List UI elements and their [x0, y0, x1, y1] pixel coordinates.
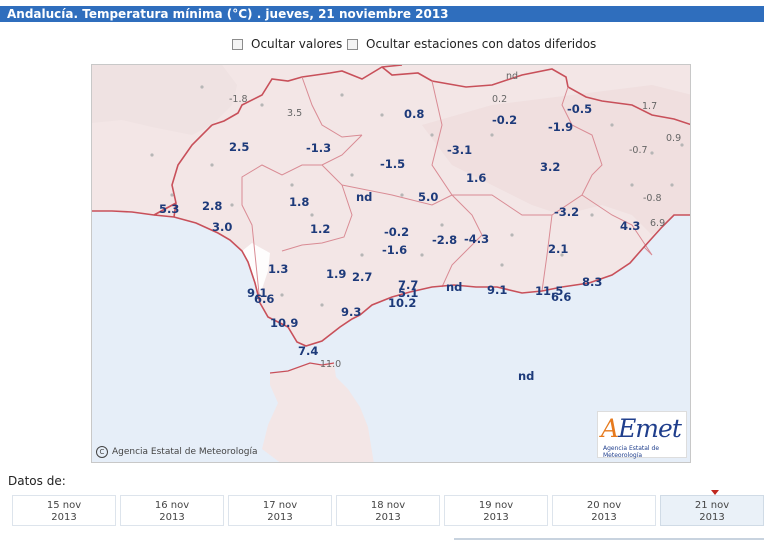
station-value[interactable]: 1.6: [466, 171, 486, 185]
station-value[interactable]: -0.8: [643, 193, 662, 204]
hide-deferred-option[interactable]: Ocultar estaciones con datos diferidos: [347, 37, 596, 51]
day-button[interactable]: 15 nov 2013: [12, 495, 116, 526]
day-year: 2013: [483, 512, 509, 523]
copyright-icon: C: [96, 446, 108, 458]
station-value[interactable]: 5.3: [159, 202, 179, 216]
day-button[interactable]: 19 nov 2013: [444, 495, 548, 526]
logo-subtitle: Agencia Estatal de Meteorología: [603, 445, 660, 459]
station-value[interactable]: -3.2: [554, 205, 579, 219]
day-year: 2013: [267, 512, 293, 523]
hide-deferred-label: Ocultar estaciones con datos diferidos: [366, 37, 597, 51]
options-bar: Ocultar valores Ocultar estaciones con d…: [0, 37, 764, 55]
station-value[interactable]: 5.0: [418, 190, 438, 204]
station-value[interactable]: nd: [356, 190, 372, 204]
station-value[interactable]: -1.6: [382, 243, 407, 257]
logo-word: AEmet: [601, 414, 682, 443]
day-button[interactable]: 17 nov 2013: [228, 495, 332, 526]
day-selector: 15 nov 2013 16 nov 2013 17 nov 2013 18 nov 2013…: [12, 495, 764, 530]
station-value[interactable]: 1.2: [310, 222, 330, 236]
station-value[interactable]: -1.3: [306, 141, 331, 155]
station-value[interactable]: nd: [518, 369, 534, 383]
station-value[interactable]: -1.8: [229, 94, 248, 105]
station-value[interactable]: 8.3: [582, 275, 602, 289]
station-value[interactable]: 2.8: [202, 199, 222, 213]
station-value[interactable]: 3.5: [287, 108, 302, 119]
station-value[interactable]: -4.3: [464, 232, 489, 246]
title-bar: Andalucía. Temperatura mínima (°C) . jue…: [0, 6, 764, 22]
station-value[interactable]: 2.5: [229, 140, 249, 154]
station-value[interactable]: 1.8: [289, 195, 309, 209]
day-date: 18 nov: [370, 500, 406, 511]
station-value[interactable]: 6.9: [650, 218, 665, 229]
station-value[interactable]: 3.0: [212, 220, 232, 234]
datos-label: Datos de:: [8, 474, 66, 488]
station-value[interactable]: 2.7: [352, 270, 372, 284]
station-value[interactable]: nd: [506, 71, 518, 82]
day-button[interactable]: 16 nov 2013: [120, 495, 224, 526]
temperature-map[interactable]: -1.8 3.5 nd 0.2 1.7 0.9 -0.7 -0.8 6.9 11.0 -0.5 0.8…: [91, 64, 691, 463]
day-year: 2013: [159, 512, 185, 523]
station-value[interactable]: 1.9: [326, 267, 346, 281]
copyright-notice: C Agencia Estatal de Meteorología: [96, 446, 258, 458]
day-date: 16 nov: [154, 500, 190, 511]
day-year: 2013: [699, 512, 725, 523]
station-value[interactable]: 10.9: [270, 316, 298, 330]
station-value[interactable]: -2.8: [432, 233, 457, 247]
copyright-text: Agencia Estatal de Meteorología: [112, 447, 258, 457]
page-title: Andalucía. Temperatura mínima (°C) . jue…: [7, 7, 449, 21]
station-value[interactable]: 9.3: [341, 305, 361, 319]
station-value[interactable]: 4.3: [620, 219, 640, 233]
station-value[interactable]: 11.0: [320, 359, 341, 370]
station-value[interactable]: 3.2: [540, 160, 560, 174]
hide-values-checkbox[interactable]: [232, 38, 243, 50]
hide-deferred-checkbox[interactable]: [347, 38, 358, 50]
station-value[interactable]: nd: [446, 280, 462, 294]
day-button[interactable]: 18 nov 2013: [336, 495, 440, 526]
station-value[interactable]: 0.2: [492, 94, 507, 105]
station-value[interactable]: -1.5: [380, 157, 405, 171]
hide-values-option[interactable]: Ocultar valores: [232, 37, 342, 51]
day-date: 17 nov: [262, 500, 298, 511]
station-value[interactable]: -0.2: [384, 225, 409, 239]
day-button[interactable]: 21 nov 2013: [660, 495, 764, 526]
aemet-logo: AEmet Agencia Estatal de Meteorología: [597, 411, 687, 459]
station-value[interactable]: -0.2: [492, 113, 517, 127]
station-value[interactable]: 0.9: [666, 133, 681, 144]
day-date: 19 nov: [478, 500, 514, 511]
day-year: 2013: [51, 512, 77, 523]
station-value[interactable]: 1.7: [642, 101, 657, 112]
station-value[interactable]: -1.9: [548, 120, 573, 134]
station-value[interactable]: 9.1: [487, 283, 507, 297]
station-value[interactable]: 10.2: [388, 296, 416, 310]
map-svg: [92, 65, 690, 462]
station-value[interactable]: -0.5: [567, 102, 592, 116]
day-button[interactable]: 20 nov 2013: [552, 495, 656, 526]
station-value[interactable]: 6.6: [254, 292, 274, 306]
day-date: 21 nov: [694, 500, 730, 511]
station-value[interactable]: 2.1: [548, 242, 568, 256]
day-date: 15 nov: [46, 500, 82, 511]
day-year: 2013: [591, 512, 617, 523]
day-date: 20 nov: [586, 500, 622, 511]
day-year: 2013: [375, 512, 401, 523]
station-value[interactable]: -0.7: [629, 145, 648, 156]
station-value[interactable]: 1.3: [268, 262, 288, 276]
hide-values-label: Ocultar valores: [251, 37, 343, 51]
station-value[interactable]: -3.1: [447, 143, 472, 157]
station-value[interactable]: 0.8: [404, 107, 424, 121]
station-value[interactable]: 7.4: [298, 344, 318, 358]
station-value[interactable]: 6.6: [551, 290, 571, 304]
